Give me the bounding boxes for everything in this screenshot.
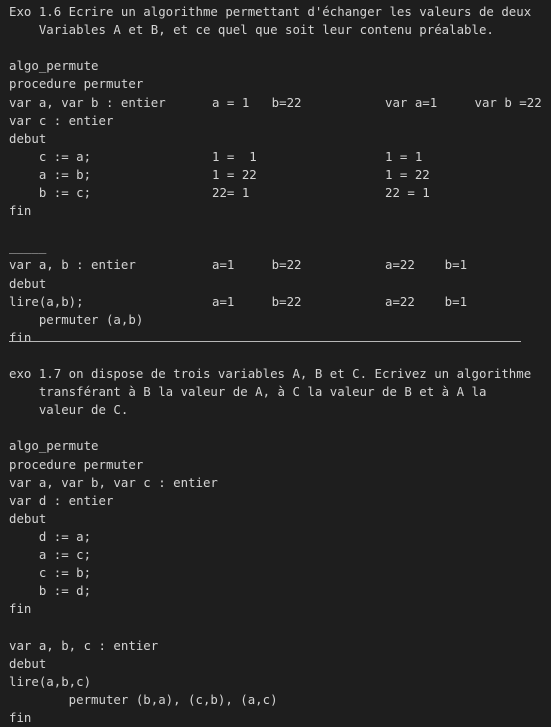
code-text: algo_permute [9,438,99,454]
annotation-text: a=22 b=1 [385,257,468,273]
code-text: b := c; [9,185,92,200]
code-text: a := b; [9,166,92,182]
code-text: procedure permuter [9,76,144,92]
annotation-text: 22= 1 [212,185,250,200]
code-text: Exo 1.6 Ecrire un algorithme permettant … [9,4,532,19]
annotation-text: 1 = 22 [212,166,257,182]
code-text: lire(a,b); [9,293,84,309]
code-text: var a, var b : entier [9,94,166,110]
code-text: _____ [9,239,47,255]
code-text: fin [9,709,32,725]
annotation-text: var a=1 var b =22 [385,94,542,110]
code-text: b := d; [9,583,92,599]
code-text: debut [9,510,47,526]
code-text: procedure permuter [9,456,144,472]
code-text: valeur de C. [9,402,129,418]
code-text: d := a; [9,528,92,544]
annotation-text: 1 = 1 [212,148,257,164]
code-text: transférant à B la valeur de A, à C la v… [9,384,487,400]
annotation-text: a = 1 b=22 [212,94,302,110]
code-text: var c : entier [9,112,114,128]
annotation-text: a=1 b=22 [212,257,302,273]
annotation-text: a=22 b=1 [385,293,468,309]
code-text: Variables A et B, et ce quel que soit le… [9,22,494,38]
code-text: var a, b : entier [9,257,136,273]
code-text: exo 1.7 on dispose de trois variables A,… [9,366,532,381]
code-text: debut [9,130,47,146]
annotation-text: 1 = 1 [385,148,423,164]
code-text: fin [9,203,32,219]
code-text: debut [9,275,47,291]
code-text: fin [9,601,32,617]
horizontal-separator [9,341,521,342]
code-text: c := a; [9,148,92,164]
code-text: algo_permute [9,58,99,74]
code-text: lire(a,b,c) [9,673,92,689]
code-text: permuter (b,a), (c,b), (a,c) [9,691,278,707]
code-text: a := c; [9,547,92,562]
code-text: permuter (a,b) [9,311,144,327]
code-text: var d : entier [9,492,114,508]
annotation-text: 1 = 22 [385,166,430,182]
code-text: var a, var b, var c : entier [9,474,218,490]
code-text: fin [9,329,32,345]
code-text: c := b; [9,565,92,581]
code-text: var a, b, c : entier [9,637,159,653]
annotation-text: a=1 b=22 [212,293,302,309]
code-text: debut [9,655,47,671]
annotation-text: 22 = 1 [385,185,430,200]
